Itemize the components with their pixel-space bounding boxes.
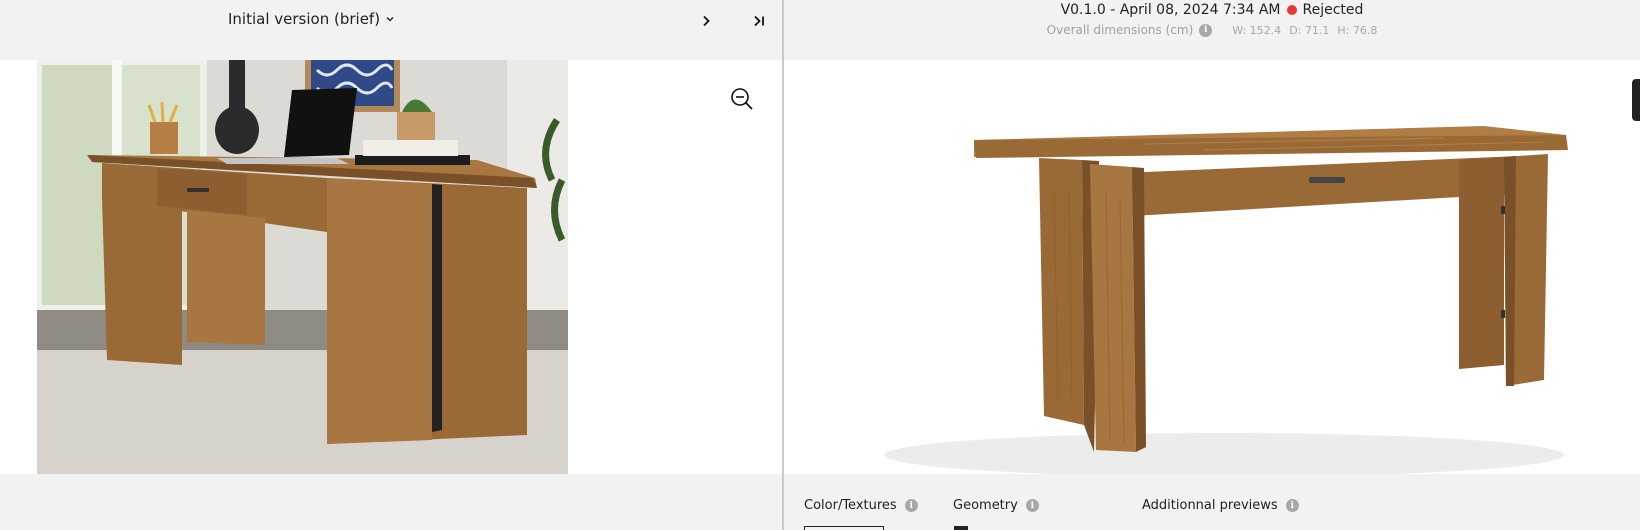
- chevron-down-icon: [386, 17, 394, 22]
- dimensions-label: Overall dimensions (cm): [1046, 23, 1194, 37]
- last-button[interactable]: [748, 10, 770, 32]
- tab-label: Additionnal previews: [1142, 498, 1278, 513]
- zoom-out-icon: [731, 88, 753, 110]
- reference-footer: [0, 474, 782, 530]
- info-icon[interactable]: i: [904, 499, 918, 512]
- reference-toolbar: Initial version (brief): [0, 0, 782, 60]
- info-icon[interactable]: i: [1025, 499, 1039, 512]
- info-icon[interactable]: i: [1199, 23, 1213, 37]
- tab-color-textures[interactable]: Color/Textures i: [804, 498, 918, 513]
- side-panel-handle[interactable]: [1632, 79, 1640, 121]
- status-dot: [1286, 5, 1297, 15]
- model-viewport[interactable]: [784, 60, 1640, 474]
- tab-geometry[interactable]: Geometry i: [953, 498, 1039, 513]
- reference-stage: [0, 60, 782, 474]
- dimension-height: H: 76.8: [1337, 23, 1378, 37]
- dimension-depth: D: 71.1: [1289, 23, 1330, 37]
- tab-additional-previews[interactable]: Additionnal previews i: [1142, 498, 1299, 513]
- reference-photo: [37, 60, 568, 474]
- version-title: V0.1.0 - April 08, 2024 7:34 AM Rejected: [784, 2, 1640, 18]
- tab-label: Geometry: [953, 498, 1018, 513]
- tab-label: Color/Textures: [804, 498, 897, 513]
- dimension-width: W: 152.4: [1232, 23, 1282, 37]
- chevron-right-icon: [703, 15, 710, 27]
- dimensions-values: W: 152.4 D: 71.1 H: 76.8: [1232, 24, 1377, 37]
- reference-pane: Initial version (brief): [0, 0, 782, 530]
- version-dropdown[interactable]: Initial version (brief): [228, 10, 395, 28]
- skip-to-end-icon: [754, 15, 764, 27]
- model-tabs: Color/Textures i Geometry i Additionnal …: [784, 474, 1640, 530]
- next-button[interactable]: [695, 10, 717, 32]
- version-dropdown-label: Initial version (brief): [228, 10, 381, 28]
- info-icon[interactable]: i: [1285, 499, 1299, 512]
- comparison-viewer: Initial version (brief) V0.1.0 - April 0…: [0, 0, 1640, 530]
- zoom-out-button[interactable]: [730, 87, 754, 111]
- dimensions-row: Overall dimensions (cm) i W: 152.4 D: 71…: [784, 23, 1640, 37]
- geometry-thumbnail[interactable]: [954, 526, 968, 530]
- desk-3d-render: [844, 60, 1640, 474]
- model-pane: V0.1.0 - April 08, 2024 7:34 AM Rejected…: [784, 0, 1640, 530]
- version-text: V0.1.0 - April 08, 2024 7:34 AM: [1060, 2, 1281, 18]
- texture-thumbnail[interactable]: [804, 526, 884, 530]
- model-header: V0.1.0 - April 08, 2024 7:34 AM Rejected…: [784, 0, 1640, 60]
- status-text: Rejected: [1302, 2, 1364, 18]
